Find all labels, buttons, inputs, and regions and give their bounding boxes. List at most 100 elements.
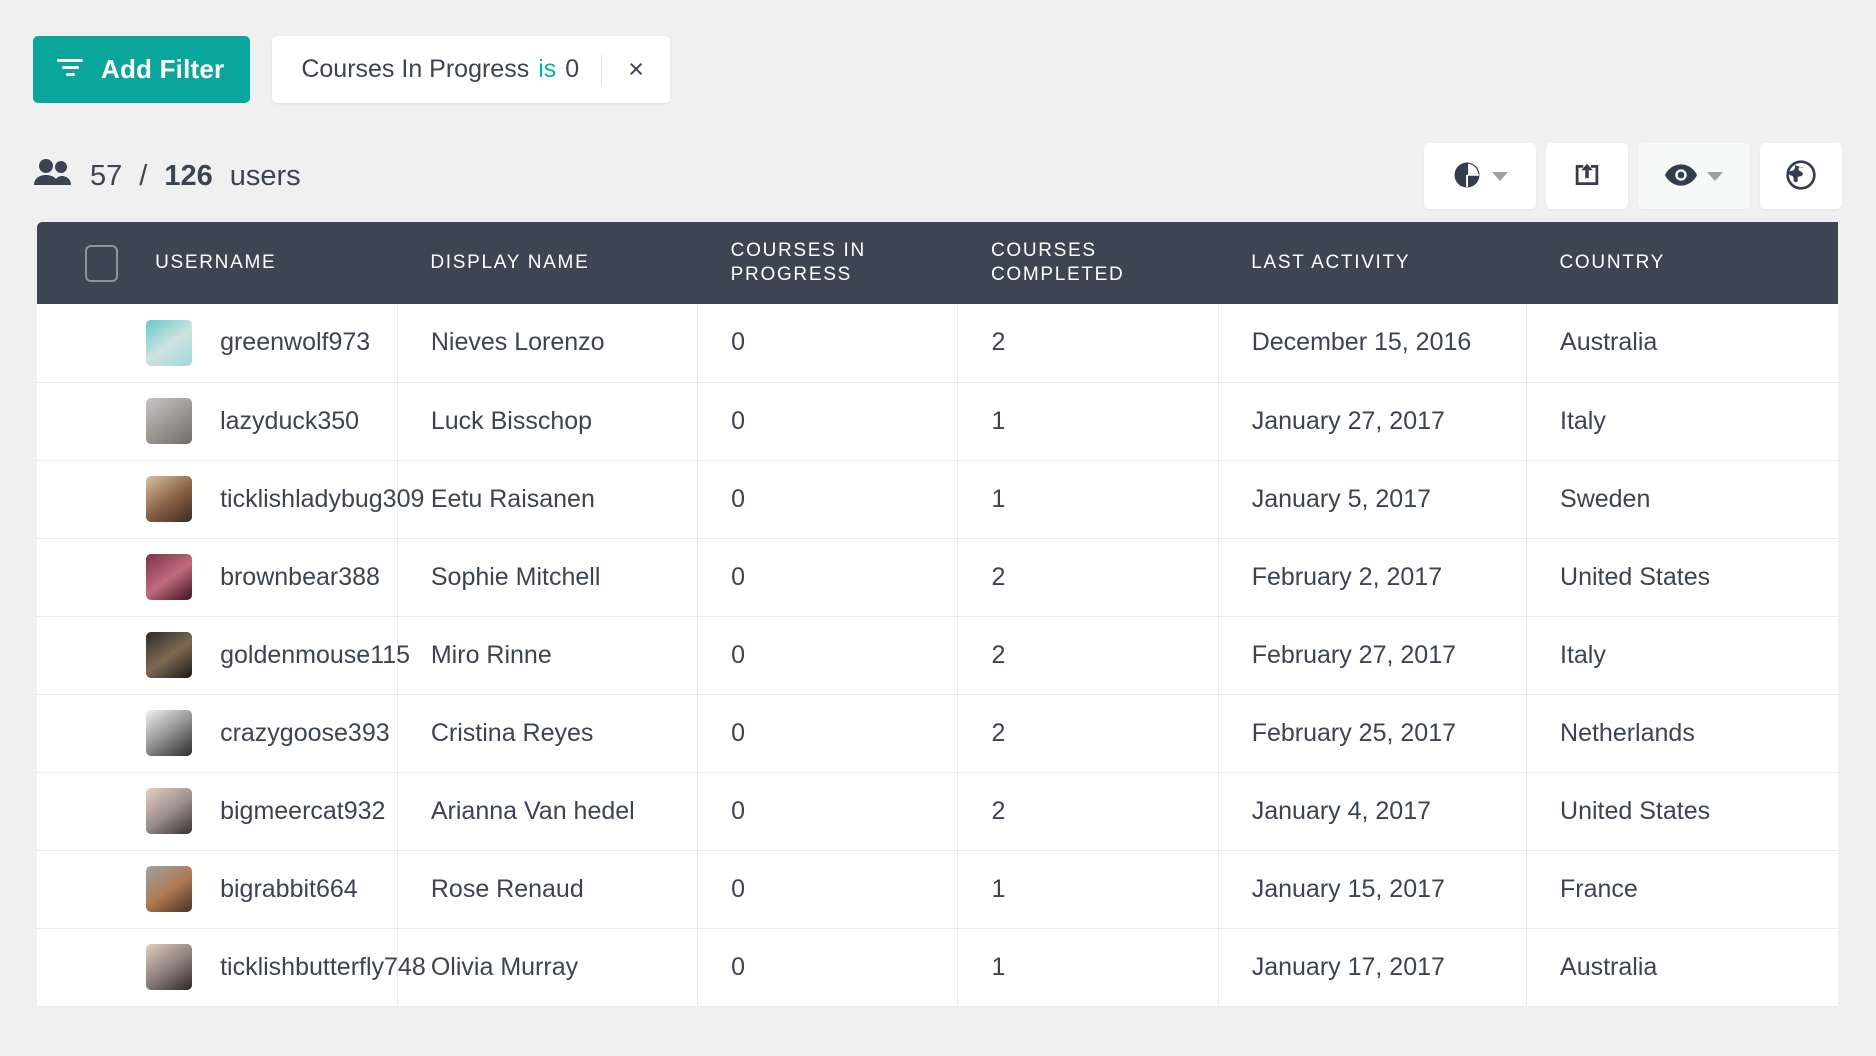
column-header-courses-completed[interactable]: COURSES COMPLETED [957, 222, 1219, 304]
table-header: USERNAME DISPLAY NAME COURSES IN PROGRES… [37, 222, 1838, 304]
username-text: bigrabbit664 [220, 874, 358, 903]
username-text: brownbear388 [220, 562, 380, 591]
filter-chip-value: 0 [565, 55, 580, 83]
cell-country: Australia [1526, 304, 1838, 383]
column-header-username[interactable]: USERNAME [122, 222, 398, 304]
add-filter-label: Add Filter [101, 54, 225, 84]
cell-country: Australia [1526, 928, 1838, 1007]
cell-courses-in-progress: 0 [697, 382, 959, 461]
cell-display-name: Olivia Murray [397, 928, 699, 1007]
cell-username[interactable]: greenwolf973 [122, 304, 398, 383]
cell-display-name: Cristina Reyes [397, 694, 699, 773]
globe-button[interactable] [1760, 143, 1842, 209]
count-separator: / [139, 159, 148, 192]
cell-username[interactable]: bigmeercat932 [122, 772, 398, 851]
filter-bar: Add Filter Courses In Progress is 0 × [0, 0, 1876, 103]
row-select-cell [37, 850, 123, 929]
close-icon[interactable]: × [622, 52, 650, 87]
people-icon [33, 158, 73, 194]
count-unit: users [229, 159, 301, 192]
cell-display-name: Nieves Lorenzo [397, 304, 699, 383]
cell-last-activity: February 27, 2017 [1218, 616, 1528, 695]
cell-username[interactable]: bigrabbit664 [122, 850, 398, 929]
cell-username[interactable]: crazygoose393 [122, 694, 398, 773]
cell-courses-completed: 2 [957, 616, 1219, 695]
export-button[interactable] [1546, 143, 1628, 209]
cell-courses-in-progress: 0 [697, 850, 959, 929]
cell-display-name: Eetu Raisanen [397, 460, 699, 539]
username-text: crazygoose393 [220, 718, 390, 747]
chevron-down-icon [1707, 171, 1723, 181]
cell-country: Italy [1526, 382, 1838, 461]
table-row[interactable]: bigmeercat932 Arianna Van hedel 0 2 January … [37, 772, 1838, 851]
select-all-header [37, 222, 123, 304]
add-filter-button[interactable]: Add Filter [33, 36, 251, 103]
table-row[interactable]: ticklishbutterfly748 Olivia Murray 0 1 Janua… [37, 928, 1838, 1007]
cell-courses-in-progress: 0 [697, 538, 959, 617]
avatar [146, 632, 193, 678]
row-select-cell [37, 304, 123, 383]
cell-username[interactable]: goldenmouse115 [122, 616, 410, 695]
cell-courses-in-progress: 0 [697, 694, 959, 773]
cell-country: France [1526, 850, 1838, 929]
username-text: bigmeercat932 [220, 796, 386, 825]
table-row[interactable]: brownbear388 Sophie Mitchell 0 2 February 2,… [37, 538, 1838, 617]
globe-icon [1785, 159, 1817, 194]
cell-country: United States [1526, 538, 1838, 617]
pie-chart-icon [1452, 160, 1482, 193]
chart-view-button[interactable] [1424, 143, 1536, 209]
users-table: USERNAME DISPLAY NAME COURSES IN PROGRES… [37, 222, 1838, 1007]
table-body: greenwolf973 Nieves Lorenzo 0 2 December 15,… [37, 304, 1838, 1007]
filter-chip-courses-in-progress[interactable]: Courses In Progress is 0 × [272, 36, 670, 103]
visibility-button[interactable] [1638, 143, 1750, 209]
count-total: 126 [164, 159, 213, 192]
cell-display-name: Rose Renaud [397, 850, 699, 929]
filter-chip-divider [601, 54, 603, 85]
cell-country: Sweden [1526, 460, 1838, 539]
filter-chip-field: Courses In Progress [301, 55, 530, 83]
cell-country: Netherlands [1526, 694, 1838, 773]
cell-courses-completed: 1 [957, 460, 1219, 539]
table-row[interactable]: greenwolf973 Nieves Lorenzo 0 2 December 15,… [37, 304, 1838, 383]
username-text: ticklishladybug309 [220, 484, 425, 513]
users-page: Add Filter Courses In Progress is 0 × 57… [0, 0, 1876, 1056]
select-all-checkbox[interactable] [85, 244, 118, 282]
summary-row: 57 / 126 users [0, 141, 1876, 211]
table-row[interactable]: crazygoose393 Cristina Reyes 0 2 February 25… [37, 694, 1838, 773]
avatar [146, 710, 193, 756]
column-header-courses-in-progress[interactable]: COURSES IN PROGRESS [697, 222, 958, 304]
table-row[interactable]: goldenmouse115 Miro Rinne 0 2 February 27, 2… [37, 616, 1838, 695]
cell-display-name: Arianna Van hedel [397, 772, 699, 851]
avatar [146, 476, 193, 522]
export-box-icon [1572, 160, 1602, 193]
column-header-display-name[interactable]: DISPLAY NAME [397, 222, 698, 304]
table-row[interactable]: bigrabbit664 Rose Renaud 0 1 January 15, 201… [37, 850, 1838, 929]
cell-last-activity: February 25, 2017 [1218, 694, 1528, 773]
table-row[interactable]: lazyduck350 Luck Bisschop 0 1 January 27, 20… [37, 382, 1838, 461]
column-header-country[interactable]: COUNTRY [1526, 222, 1838, 304]
cell-username[interactable]: ticklishladybug309 [122, 460, 424, 539]
table-row[interactable]: ticklishladybug309 Eetu Raisanen 0 1 January… [37, 460, 1838, 539]
avatar [146, 866, 193, 912]
cell-courses-completed: 1 [957, 850, 1219, 929]
cell-username[interactable]: lazyduck350 [122, 382, 398, 461]
cell-last-activity: December 15, 2016 [1218, 304, 1528, 383]
row-select-cell [37, 772, 123, 851]
cell-country: Italy [1526, 616, 1838, 695]
row-select-cell [37, 538, 123, 617]
avatar [146, 319, 193, 366]
cell-courses-in-progress: 0 [697, 460, 959, 539]
cell-last-activity: January 27, 2017 [1218, 382, 1528, 461]
cell-username[interactable]: ticklishbutterfly748 [122, 928, 426, 1007]
cell-courses-completed: 2 [957, 304, 1219, 383]
row-select-cell [37, 694, 123, 773]
avatar [146, 398, 193, 444]
cell-courses-completed: 2 [957, 694, 1219, 773]
cell-display-name: Sophie Mitchell [397, 538, 699, 617]
column-header-last-activity[interactable]: LAST ACTIVITY [1218, 222, 1527, 304]
username-text: ticklishbutterfly748 [220, 952, 426, 981]
cell-last-activity: January 5, 2017 [1218, 460, 1528, 539]
cell-username[interactable]: brownbear388 [122, 538, 398, 617]
filter-chip-operator: is [538, 55, 557, 83]
avatar [146, 944, 193, 990]
